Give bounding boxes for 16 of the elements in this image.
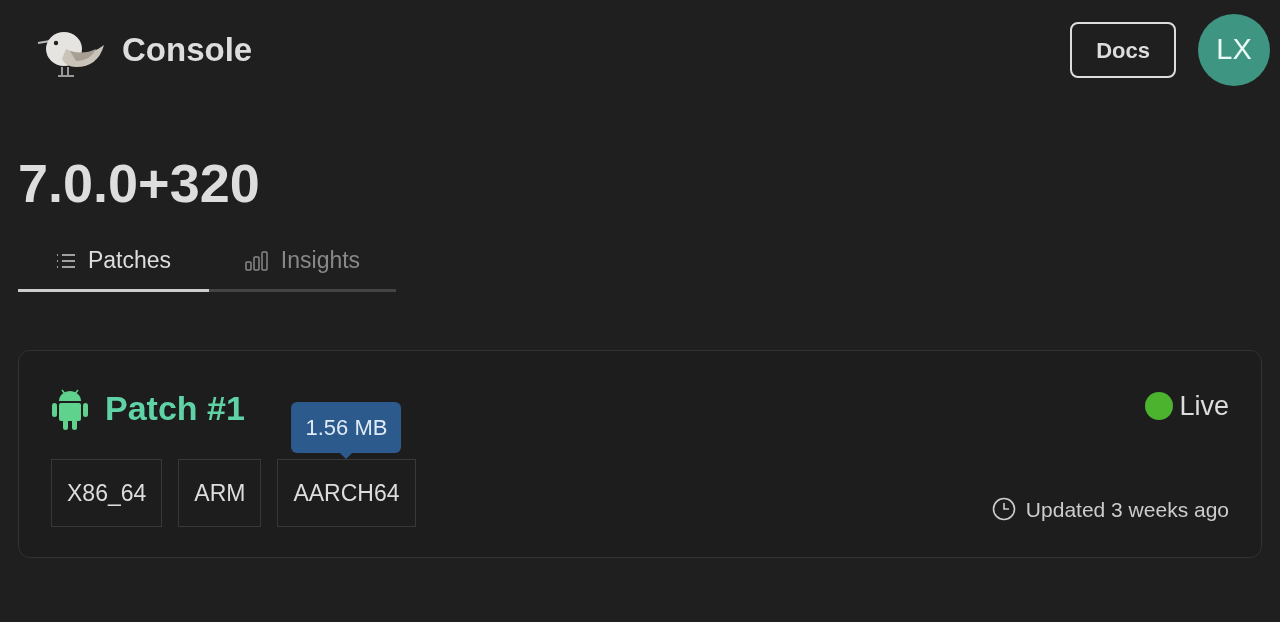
architecture-tag: X86_64 [51, 459, 163, 527]
updated-time: Updated 3 weeks ago [1025, 496, 1229, 523]
size-tooltip: 1.56 MB [291, 402, 402, 453]
patch-name: Patch #1 [105, 388, 245, 429]
clock-icon [991, 497, 1016, 522]
bar-chart-icon [244, 250, 269, 271]
status-label: Live [1179, 390, 1229, 423]
tooltip-arrow [340, 453, 353, 459]
docs-button[interactable]: Docs [1070, 22, 1176, 78]
brand-name: Console [122, 30, 253, 71]
architecture-tag: AARCH64 [277, 459, 416, 527]
architecture-tag: ARM [178, 459, 262, 527]
list-icon [55, 252, 76, 269]
version-title: 7.0.0+320 [18, 156, 260, 210]
tab[interactable]: Insights [209, 240, 396, 292]
tab[interactable]: Patches [18, 240, 209, 292]
